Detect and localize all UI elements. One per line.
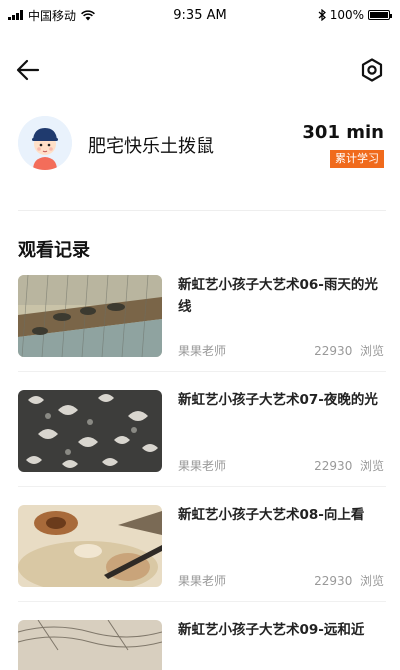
course-teacher: 果果老师 [178,344,227,358]
avatar[interactable] [18,116,72,170]
view-count: 22930 [314,344,353,358]
course-title: 新虹艺小孩子大艺术07-夜晚的光 [178,392,378,408]
list-item[interactable]: 新虹艺小孩子大艺术06-雨天的光线 果果老师 22930 浏览 [18,270,386,372]
list-item[interactable]: 新虹艺小孩子大艺术07-夜晚的光 果果老师 22930 浏览 [18,385,386,487]
boy-avatar-icon [18,116,72,170]
back-button[interactable] [14,56,42,84]
nav-bar [0,50,400,90]
course-teacher: 果果老师 [178,459,227,473]
hexagon-settings-icon [361,58,383,82]
status-time: 9:35 AM [173,7,227,23]
list-item[interactable]: 新虹艺小孩子大艺术09-远和近 [18,615,386,670]
arrow-left-icon [16,59,40,81]
course-title: 新虹艺小孩子大艺术06-雨天的光线 [178,277,378,315]
battery-icon [368,10,392,20]
profile-header: 肥宅快乐土拨鼠 301 min 累计学习 [18,116,386,172]
course-views: 22930 浏览 [314,342,384,359]
course-thumbnail [18,390,162,472]
course-teacher: 果果老师 [178,574,227,588]
settings-button[interactable] [358,56,386,84]
status-bar: 中国移动 9:35 AM 100% [0,0,400,30]
course-thumbnail [18,275,162,357]
view-label: 浏览 [359,574,384,588]
section-divider [18,210,386,211]
view-count: 22930 [314,459,353,473]
course-thumbnail [18,505,162,587]
item-divider [18,486,386,487]
item-divider [18,371,386,372]
item-divider [18,601,386,602]
study-minutes: 301 min [302,122,384,143]
course-views: 22930 浏览 [314,457,384,474]
view-count: 22930 [314,574,353,588]
course-title: 新虹艺小孩子大艺术08-向上看 [178,507,365,523]
view-label: 浏览 [359,344,384,358]
view-label: 浏览 [359,459,384,473]
username: 肥宅快乐土拨鼠 [88,136,214,157]
study-badge: 累计学习 [330,150,384,168]
course-thumbnail [18,620,162,670]
course-views: 22930 浏览 [314,572,384,589]
list-item[interactable]: 新虹艺小孩子大艺术08-向上看 果果老师 22930 浏览 [18,500,386,602]
course-title: 新虹艺小孩子大艺术09-远和近 [178,622,365,638]
history-section-title: 观看记录 [18,240,90,261]
